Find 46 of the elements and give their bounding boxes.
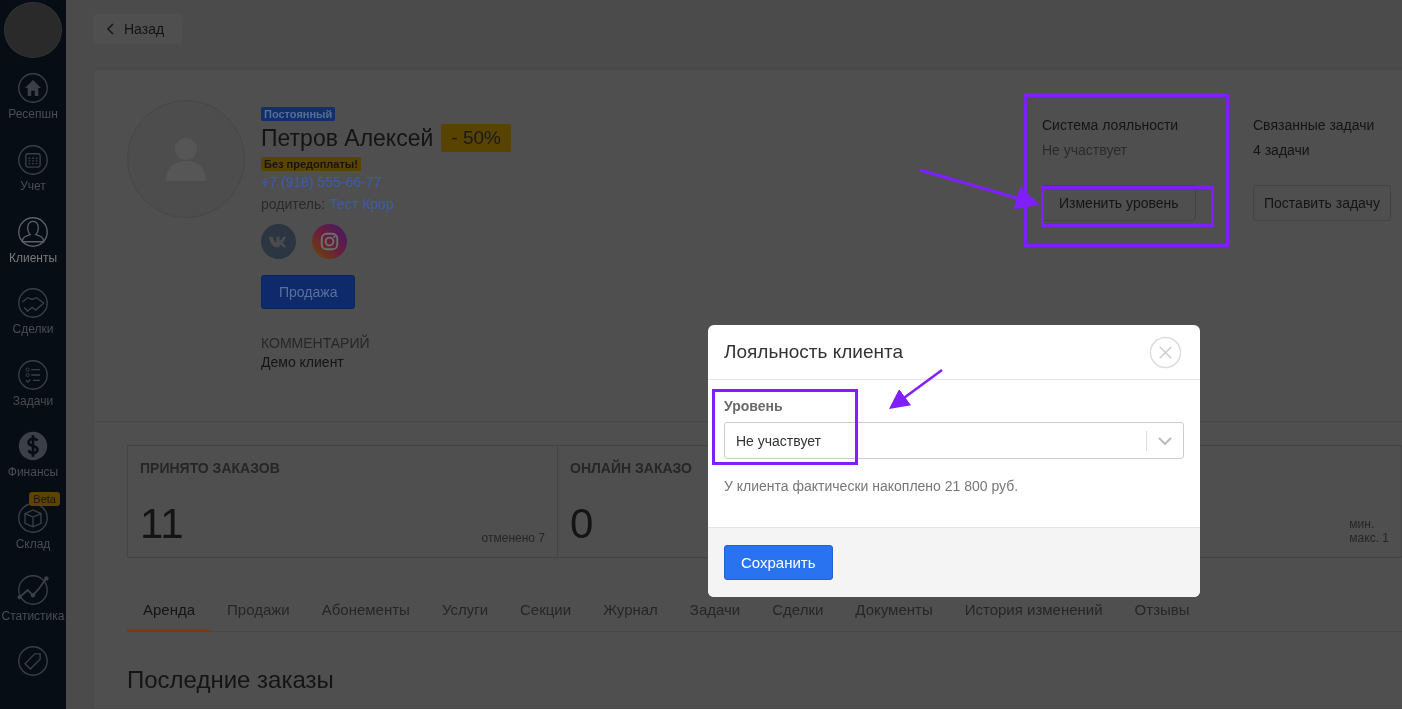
box-icon: [17, 502, 49, 535]
accumulated-note: У клиента фактически накоплено 21 800 руб.: [724, 478, 1019, 494]
checklist-icon: [17, 358, 49, 391]
stat-value: 11: [140, 503, 184, 545]
loyalty-title: Система лояльности: [1042, 117, 1179, 133]
client-name: Петров Алексей: [261, 124, 434, 152]
sidebar-item[interactable]: Клиенты: [0, 207, 66, 280]
level-select[interactable]: Не участвует: [724, 422, 1184, 459]
instagram-icon[interactable]: [312, 224, 347, 259]
dollar-icon: [17, 430, 49, 463]
phone-link[interactable]: +7 (918) 555-66-77: [261, 174, 382, 190]
annotation-arrow: [888, 369, 943, 409]
person-icon: [17, 215, 49, 248]
warning-badge: Без предоплаты!: [261, 157, 361, 171]
sidebar-item[interactable]: Учет: [0, 135, 66, 208]
sidebar-item[interactable]: Статистика: [0, 565, 66, 638]
comment-text: Демо клиент: [261, 354, 344, 370]
tasks-count: 4 задачи: [1253, 142, 1310, 158]
change-level-button[interactable]: Изменить уровень: [1042, 185, 1196, 221]
sidebar-item[interactable]: Сделки: [0, 279, 66, 351]
stat-value: 0: [570, 503, 594, 545]
beta-badge: Beta: [29, 492, 60, 507]
level-label: Уровень: [724, 398, 783, 414]
sale-button[interactable]: Продажа: [261, 275, 356, 309]
add-task-button[interactable]: Поставить задачу: [1253, 185, 1391, 221]
vk-icon[interactable]: [261, 224, 296, 259]
sidebar-item[interactable]: Beta Склад: [0, 494, 66, 566]
parent-link[interactable]: Тест Крор: [329, 196, 394, 212]
calendar-icon: [17, 143, 49, 176]
discount-badge: - 50%: [441, 124, 511, 152]
sidebar-item[interactable]: Задачи: [0, 350, 66, 423]
dialog-title: Лояльность клиента: [724, 341, 904, 363]
close-icon[interactable]: [1149, 335, 1182, 369]
save-button[interactable]: Сохранить: [724, 545, 833, 580]
line-chart-icon: [17, 573, 49, 606]
chevron-down-icon: [1158, 436, 1172, 445]
back-button[interactable]: Назад: [93, 14, 183, 44]
sidebar-item[interactable]: Финансы: [0, 422, 66, 495]
tasks-title: Связанные задачи: [1253, 117, 1375, 133]
sidebar-item[interactable]: Ресепшн: [0, 64, 66, 136]
status-badge: Постоянный: [261, 107, 336, 121]
section-title: Последние заказы: [127, 666, 335, 694]
chevron-left-icon: [107, 23, 115, 35]
home-icon: [17, 72, 49, 105]
tag-icon: [17, 645, 49, 678]
tab[interactable]: Аренда: [127, 582, 212, 631]
